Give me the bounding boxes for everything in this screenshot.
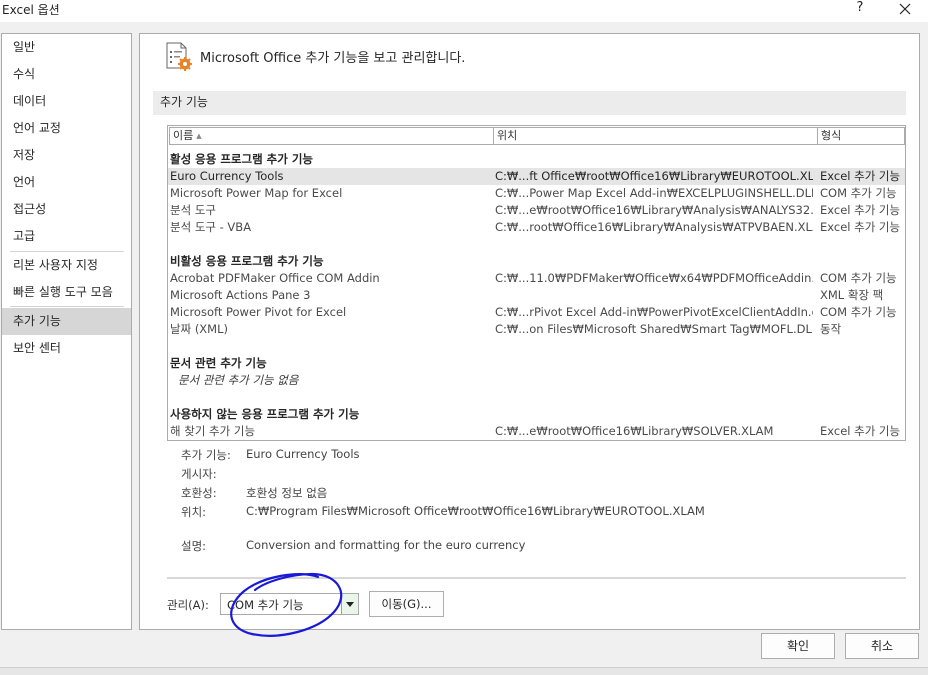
- table-row[interactable]: Acrobat PDFMaker Office COM Addin C:₩...…: [168, 270, 905, 287]
- sidebar-item-language[interactable]: 언어: [2, 169, 131, 196]
- detail-compat-label: 호환성:: [181, 486, 217, 500]
- detail-addin-value: Euro Currency Tools: [246, 447, 360, 461]
- manage-dropdown-value: COM 추가 기능: [227, 598, 304, 612]
- sidebar-divider: [10, 306, 124, 307]
- panel-heading: Microsoft Office 추가 기능을 보고 관리합니다.: [200, 51, 466, 66]
- go-button[interactable]: 이동(G)...: [369, 591, 444, 617]
- help-button[interactable]: ?: [853, 0, 867, 15]
- detail-publisher-label: 게시자:: [181, 467, 217, 481]
- sidebar-item-formulas[interactable]: 수식: [2, 61, 131, 88]
- close-icon[interactable]: [895, 0, 915, 19]
- detail-compat-value: 호환성 정보 없음: [246, 486, 328, 500]
- table-row[interactable]: 날짜 (XML) C:₩...on Files₩Microsoft Shared…: [168, 321, 905, 338]
- manage-dropdown[interactable]: COM 추가 기능: [220, 593, 359, 615]
- sidebar-item-addins[interactable]: 추가 기능: [2, 308, 131, 335]
- sidebar-item-trust-center[interactable]: 보안 센터: [2, 335, 131, 362]
- ok-button[interactable]: 확인: [761, 633, 835, 659]
- empty-group-message: 문서 관련 추가 기능 없음: [178, 373, 299, 387]
- sidebar-item-general[interactable]: 일반: [2, 34, 131, 61]
- table-row[interactable]: 해 찾기 추가 기능 C:₩...e₩root₩Office16₩Library…: [168, 423, 905, 440]
- column-header-type[interactable]: 형식: [817, 127, 905, 145]
- background-strip: [0, 667, 928, 675]
- group-title-document: 문서 관련 추가 기능: [170, 356, 267, 370]
- sidebar-item-accessibility[interactable]: 접근성: [2, 196, 131, 223]
- sort-ascending-icon: ▲: [196, 132, 202, 140]
- cancel-button[interactable]: 취소: [845, 633, 919, 659]
- divider: [167, 577, 906, 579]
- addins-gear-icon: [164, 42, 194, 72]
- sidebar-item-advanced[interactable]: 고급: [2, 223, 131, 250]
- detail-desc-value: Conversion and formatting for the euro c…: [246, 538, 526, 552]
- detail-addin-label: 추가 기능:: [181, 448, 231, 462]
- table-row[interactable]: 분석 도구 - VBA C:₩...root₩Office16₩Library₩…: [168, 219, 905, 236]
- group-title-disabled: 사용하지 않는 응용 프로그램 추가 기능: [170, 407, 360, 421]
- section-title: 추가 기능: [153, 91, 906, 115]
- window-title: Excel 옵션: [2, 3, 60, 17]
- sidebar-item-customize-ribbon[interactable]: 리본 사용자 지정: [2, 252, 131, 279]
- chevron-down-icon[interactable]: [341, 594, 358, 614]
- group-title-inactive: 비활성 응용 프로그램 추가 기능: [170, 254, 324, 268]
- addins-panel: Microsoft Office 추가 기능을 보고 관리합니다. 추가 기능 …: [139, 33, 920, 630]
- sidebar-item-save[interactable]: 저장: [2, 142, 131, 169]
- sidebar-item-data[interactable]: 데이터: [2, 88, 131, 115]
- group-title-active: 활성 응용 프로그램 추가 기능: [170, 152, 313, 166]
- column-header-name[interactable]: 이름 ▲: [169, 127, 494, 145]
- table-row[interactable]: Microsoft Actions Pane 3 XML 확장 팩: [168, 287, 905, 304]
- table-row[interactable]: 분석 도구 C:₩...e₩root₩Office16₩Library₩Anal…: [168, 202, 905, 219]
- sidebar-item-proofing[interactable]: 언어 교정: [2, 115, 131, 142]
- addins-list[interactable]: 이름 ▲ 위치 형식 활성 응용 프로그램 추가 기능 Euro Currency…: [167, 125, 906, 441]
- sidebar-item-quick-access-toolbar[interactable]: 빠른 실행 도구 모음: [2, 279, 131, 306]
- column-header-location[interactable]: 위치: [493, 127, 818, 145]
- title-bar: Excel 옵션 ?: [0, 0, 928, 22]
- table-row[interactable]: Euro Currency Tools C:₩...ft Office₩root…: [168, 168, 905, 185]
- detail-location-label: 위치:: [181, 505, 207, 519]
- manage-label: 관리(A):: [167, 598, 209, 612]
- detail-location-value: C:₩Program Files₩Microsoft Office₩root₩O…: [246, 504, 705, 518]
- table-row[interactable]: Microsoft Power Map for Excel C:₩...Powe…: [168, 185, 905, 202]
- table-row[interactable]: Microsoft Power Pivot for Excel C:₩...rP…: [168, 304, 905, 321]
- detail-desc-label: 설명:: [181, 539, 207, 553]
- options-sidebar: 일반 수식 데이터 언어 교정 저장 언어 접근성 고급 리본 사용자 지정 빠…: [1, 33, 132, 630]
